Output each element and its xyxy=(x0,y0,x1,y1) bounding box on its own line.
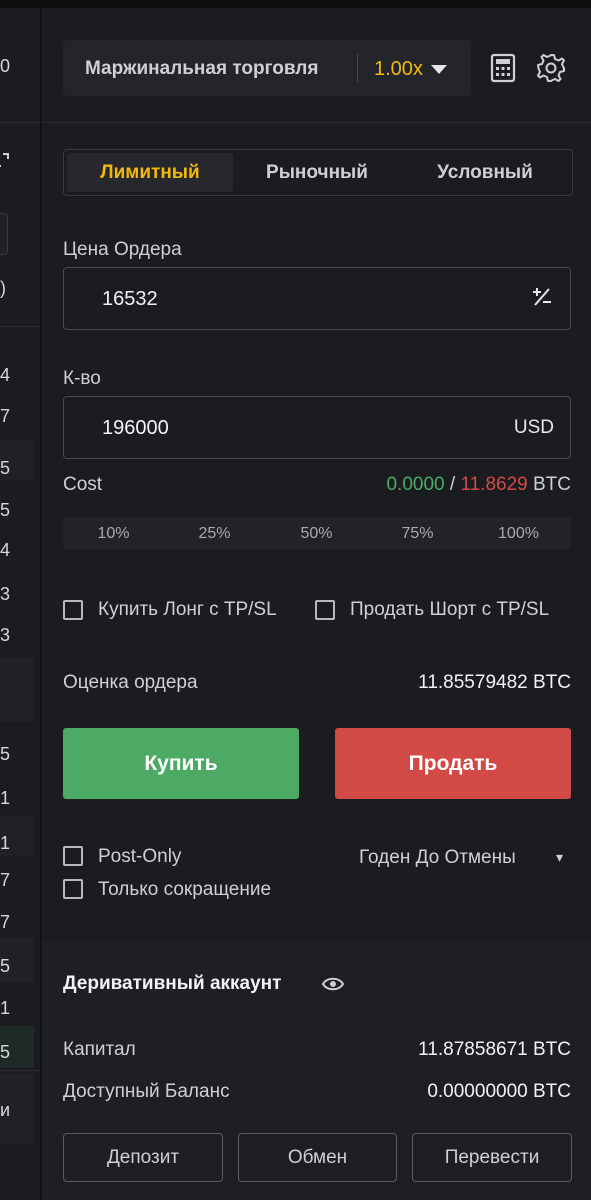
sell-short-tpsl-label[interactable]: Продать Шорт с TP/SL xyxy=(350,599,549,621)
order-estimate-value: 11.85579482 BTC xyxy=(418,672,571,693)
available-balance-value: 0.00000000 BTC xyxy=(427,1081,571,1102)
buy-long-tpsl-checkbox[interactable] xyxy=(63,600,83,620)
deposit-button[interactable]: Депозит xyxy=(63,1133,223,1182)
orderbook-fragment: 5 xyxy=(0,500,11,520)
chevron-down-icon[interactable]: ▾ xyxy=(556,849,563,866)
cost-row: Cost 0.0000 / 11.8629 BTC xyxy=(63,474,571,500)
order-type-tabs: Лимитный Рыночный Условный xyxy=(63,149,573,196)
gear-icon[interactable] xyxy=(535,52,567,84)
post-only-label[interactable]: Post-Only xyxy=(98,846,181,868)
order-panel: Маржинальная торговля 1.00x Лимитный Рын… xyxy=(42,8,591,1200)
orderbook-fragment: 7 xyxy=(0,870,11,890)
equity-label: Капитал xyxy=(63,1039,136,1060)
margin-mode-label: Маржинальная торговля xyxy=(85,58,319,79)
percent-selector: 10% 25% 50% 75% 100% xyxy=(63,517,571,549)
percent-25[interactable]: 25% xyxy=(164,525,265,543)
orderbook-fragment: 4 xyxy=(0,365,11,385)
order-price-value[interactable]: 16532 xyxy=(102,288,158,311)
margin-mode-selector[interactable]: Маржинальная торговля 1.00x xyxy=(63,40,471,96)
cost-unit: BTC xyxy=(533,474,571,495)
orderbook-fragment: 3 xyxy=(0,584,11,604)
orderbook-fragment: ) xyxy=(0,278,6,298)
orderbook-fragment: 5 xyxy=(0,956,11,976)
percent-10[interactable]: 10% xyxy=(63,525,164,543)
orderbook-fragment: 1 xyxy=(0,833,11,853)
caret-down-icon[interactable] xyxy=(431,65,447,74)
quantity-unit: USD xyxy=(513,417,554,438)
orderbook-fragment: 0 xyxy=(0,56,11,76)
quantity-value[interactable]: 196000 xyxy=(102,417,169,440)
leverage-value[interactable]: 1.00x xyxy=(374,58,423,81)
orderbook-fragment: 1 xyxy=(0,998,11,1018)
orderbook-fragment: 7 xyxy=(0,406,11,426)
order-price-input[interactable]: 16532 xyxy=(63,267,571,330)
time-in-force-select[interactable]: Годен До Отмены xyxy=(359,847,516,869)
percent-50[interactable]: 50% xyxy=(266,525,367,543)
buy-long-tpsl-label[interactable]: Купить Лонг с TP/SL xyxy=(98,599,277,621)
calculator-icon[interactable] xyxy=(487,52,519,84)
orderbook-fragment: 7 xyxy=(0,912,11,932)
reduce-only-checkbox[interactable] xyxy=(63,879,83,899)
quantity-input[interactable]: 196000 USD xyxy=(63,396,571,459)
cost-label: Cost xyxy=(63,474,103,495)
available-balance-label: Доступный Баланс xyxy=(63,1081,230,1102)
orderbook-fragment: 4 xyxy=(0,540,11,560)
orderbook-fragment: и xyxy=(0,1100,11,1120)
eye-icon[interactable] xyxy=(320,971,346,997)
post-only-checkbox[interactable] xyxy=(63,846,83,866)
tab-market[interactable]: Рыночный xyxy=(234,153,400,192)
percent-75[interactable]: 75% xyxy=(367,525,468,543)
equity-value: 11.87858671 BTC xyxy=(418,1039,571,1060)
order-estimate-label: Оценка ордера xyxy=(63,672,198,693)
orderbook-fragment: 1 xyxy=(0,788,11,808)
orderbook-fragment: 5 xyxy=(0,744,11,764)
orderbook-fragment: 5 xyxy=(0,458,11,478)
cost-values: 0.0000 / 11.8629 BTC xyxy=(386,474,571,496)
plus-minus-icon[interactable] xyxy=(530,285,554,315)
tab-limit[interactable]: Лимитный xyxy=(67,153,233,192)
quantity-label: К-во xyxy=(63,368,101,389)
orderbook-fragment: 5 xyxy=(0,1042,11,1062)
cost-buy: 0.0000 xyxy=(386,474,445,495)
sell-short-tpsl-checkbox[interactable] xyxy=(315,600,335,620)
order-price-label: Цена Ордера xyxy=(63,239,182,260)
buy-button[interactable]: Купить xyxy=(63,728,299,799)
sell-button[interactable]: Продать xyxy=(335,728,571,799)
account-title: Деривативный аккаунт xyxy=(63,973,282,994)
orderbook-column: 0 ) 4 7 5 5 4 3 3 5 1 1 7 7 5 1 5 и xyxy=(0,8,42,1200)
expand-icon[interactable] xyxy=(0,148,14,172)
cost-sell: 11.8629 xyxy=(460,474,528,495)
exchange-button[interactable]: Обмен xyxy=(238,1133,397,1182)
cost-sep: / xyxy=(449,474,456,495)
transfer-button[interactable]: Перевести xyxy=(412,1133,572,1182)
tab-conditional[interactable]: Условный xyxy=(401,153,569,192)
reduce-only-label[interactable]: Только сокращение xyxy=(98,879,271,901)
percent-100[interactable]: 100% xyxy=(468,525,569,543)
top-bar xyxy=(0,0,591,8)
orderbook-fragment: 3 xyxy=(0,625,11,645)
